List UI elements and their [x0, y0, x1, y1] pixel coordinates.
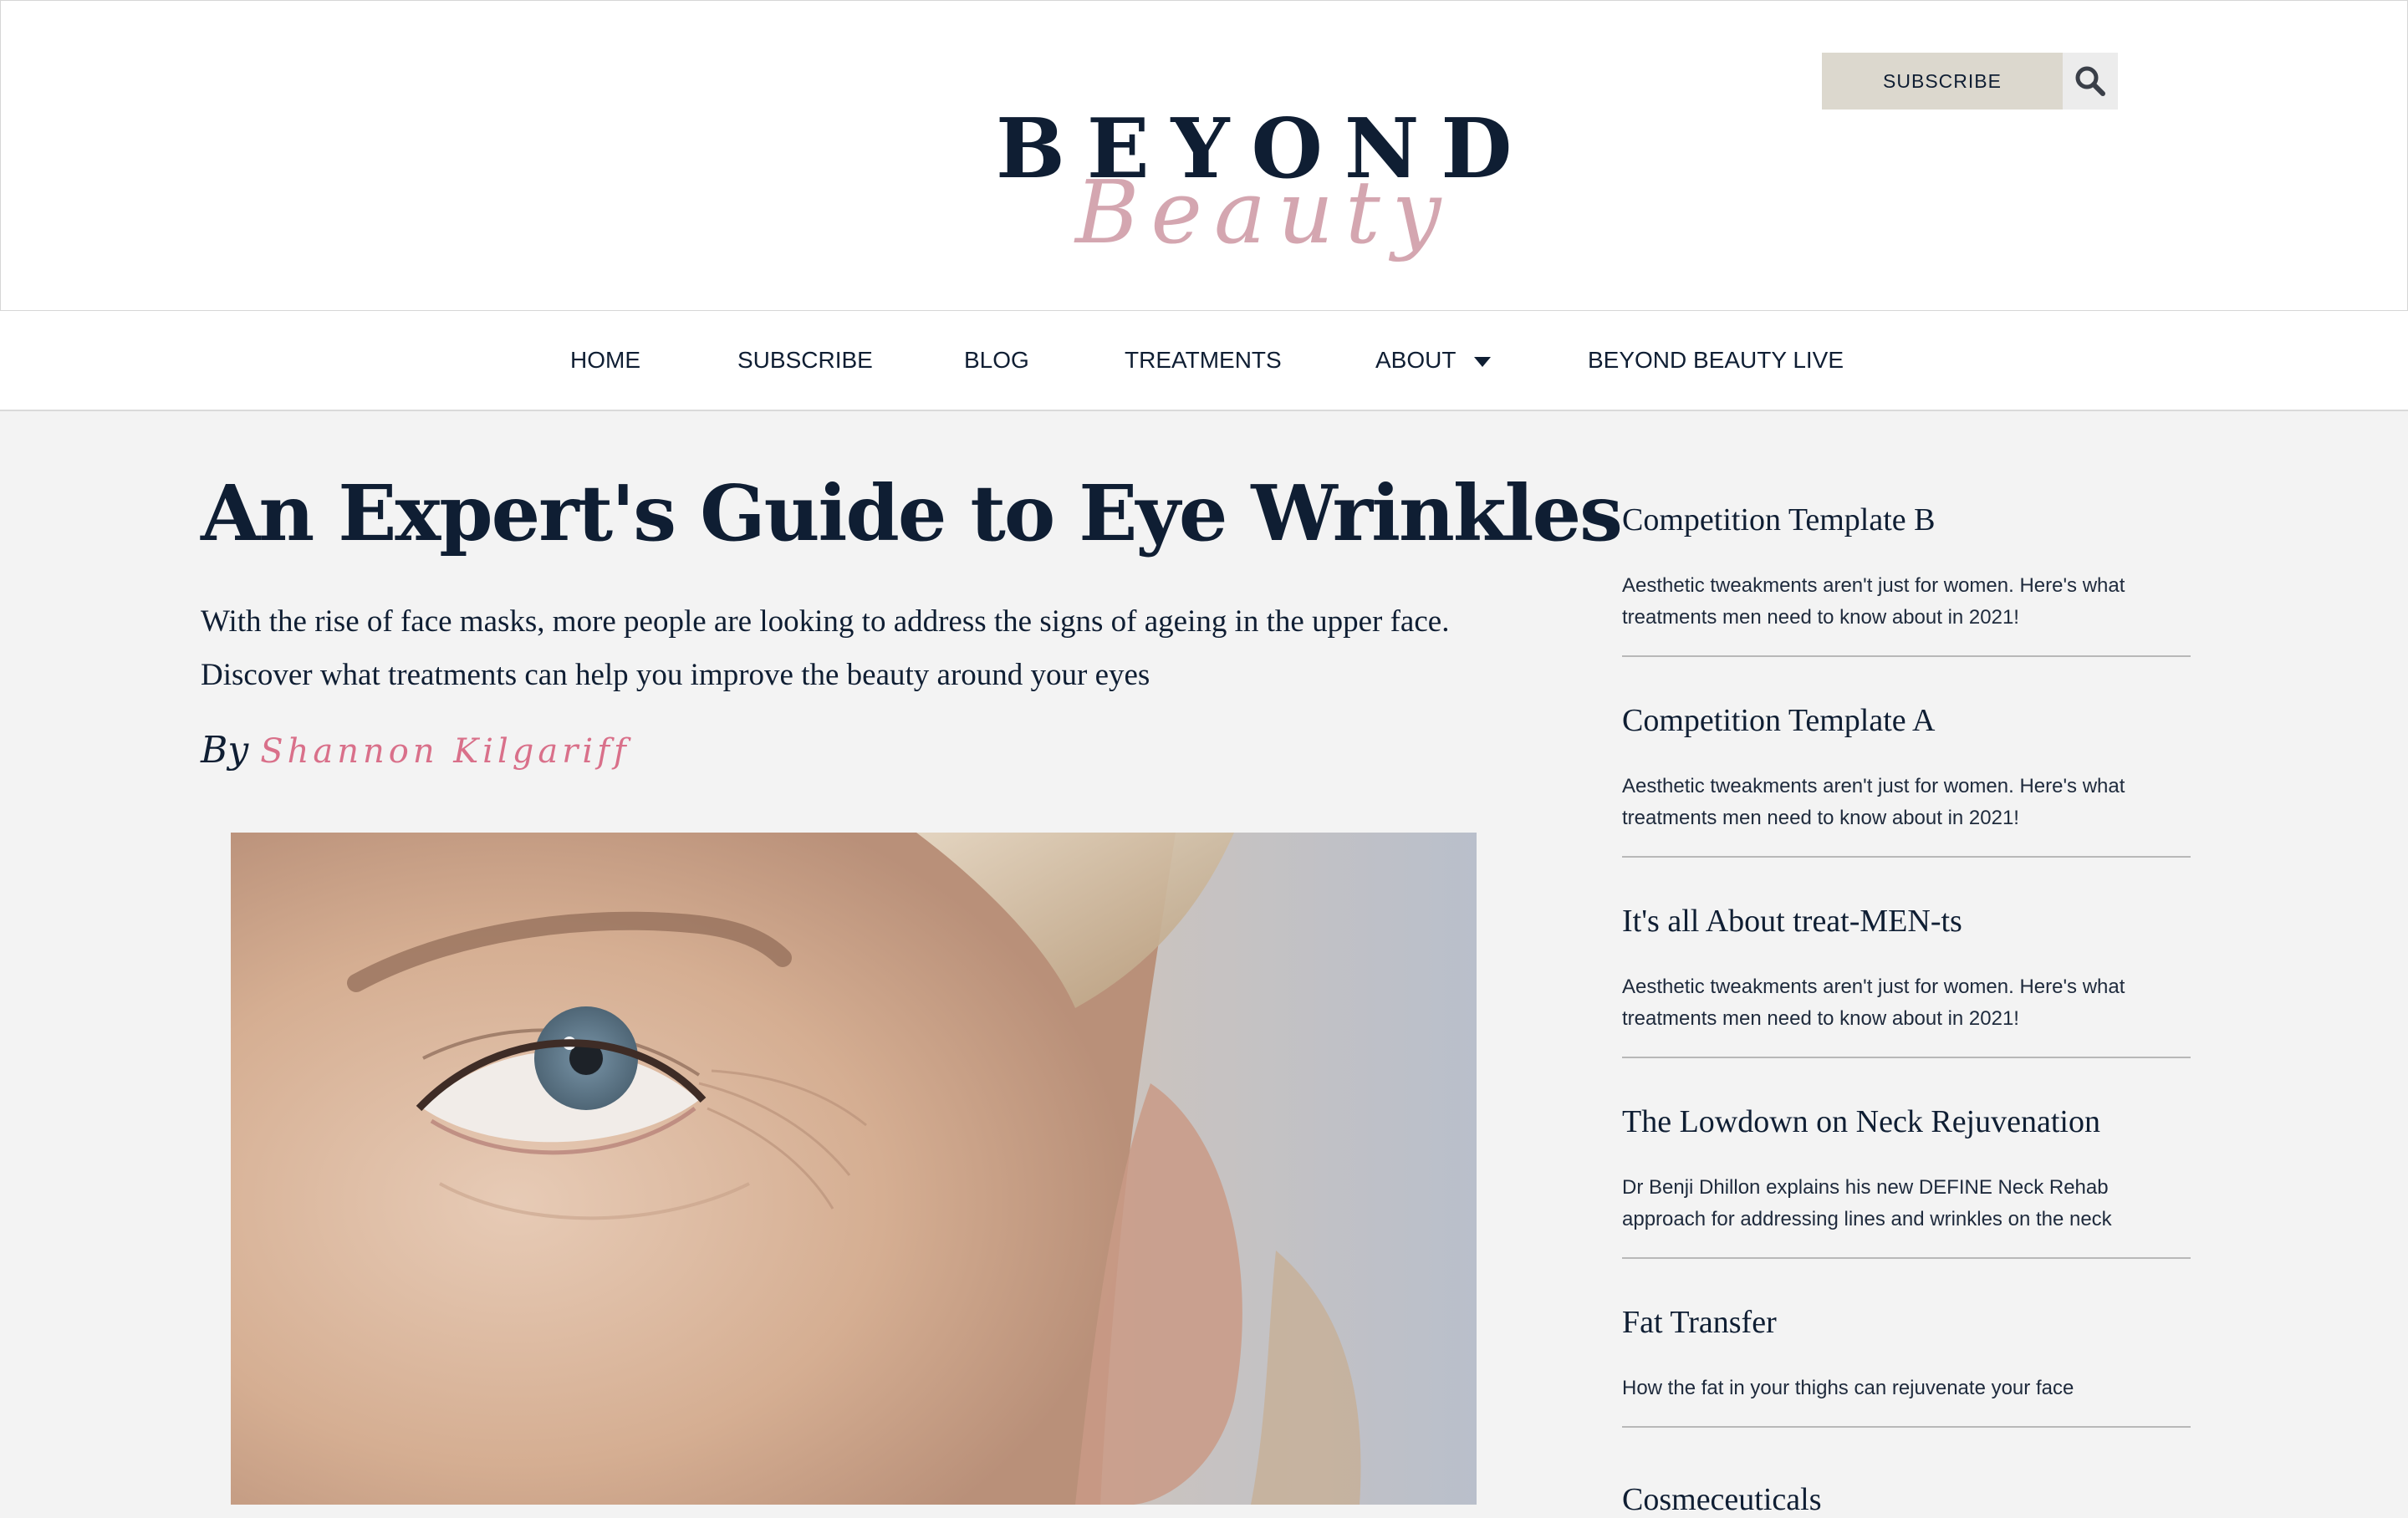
sidebar-post-desc: Dr Benji Dhillon explains his new DEFINE…	[1622, 1176, 2112, 1230]
sidebar-post-desc: How the fat in your thighs can rejuvenat…	[1622, 1377, 2074, 1399]
nav-blog[interactable]: BLOG	[964, 311, 1029, 410]
sidebar-post-title[interactable]: Competition Template B	[1622, 502, 1936, 538]
sidebar-post[interactable]: Fat Transfer How the fat in your thighs …	[1622, 1304, 2191, 1428]
sidebar-post-desc: Aesthetic tweakments aren't just for wom…	[1622, 574, 2125, 629]
caret-down-icon[interactable]	[1474, 356, 1492, 367]
sidebar-post[interactable]: The Lowdown on Neck Rejuvenation Dr Benj…	[1622, 1103, 2191, 1259]
sidebar-post[interactable]: Cosmeceuticals	[1622, 1481, 2191, 1518]
author-name-link[interactable]: Shannon Kilgariff	[260, 732, 630, 771]
nav-about[interactable]: ABOUT	[1375, 311, 1492, 410]
sidebar-post[interactable]: Competition Template B Aesthetic tweakme…	[1622, 502, 2191, 657]
nav-treatments[interactable]: TREATMENTS	[1125, 311, 1282, 410]
nav-beyond-beauty-live[interactable]: BEYOND BEAUTY LIVE	[1588, 311, 1844, 410]
sidebar-post[interactable]: Competition Template A Aesthetic tweakme…	[1622, 702, 2191, 858]
sidebar-post-title[interactable]: The Lowdown on Neck Rejuvenation	[1622, 1103, 2100, 1140]
nav-home[interactable]: HOME	[570, 311, 640, 410]
eye-closeup-photo	[231, 833, 1477, 1505]
logo-script: Beauty	[1075, 161, 1453, 263]
article-title: An Expert's Guide to Eye Wrinkles	[201, 468, 1623, 558]
hero-image	[231, 833, 1477, 1505]
byline: By Shannon Kilgariff	[201, 729, 630, 796]
nav-about-label: ABOUT	[1375, 347, 1457, 373]
site-logo[interactable]: BEYOND Beauty	[996, 84, 1512, 277]
article-subtitle: With the rise of face masks, more people…	[201, 604, 1450, 692]
main-nav: HOME SUBSCRIBE BLOG TREATMENTS ABOUT BEY…	[0, 311, 2408, 411]
sidebar-post-desc: Aesthetic tweakments aren't just for wom…	[1622, 775, 2125, 829]
sidebar-post-title[interactable]: Fat Transfer	[1622, 1304, 1777, 1341]
sidebar-post-desc: Aesthetic tweakments aren't just for wom…	[1622, 975, 2125, 1030]
sidebar-post[interactable]: It's all About treat-MEN-ts Aesthetic tw…	[1622, 903, 2191, 1058]
header-subscribe-button[interactable]: SUBSCRIBE	[1822, 53, 2063, 110]
site-header: BEYOND Beauty SUBSCRIBE	[0, 0, 2408, 311]
sidebar-post-title[interactable]: It's all About treat-MEN-ts	[1622, 903, 1962, 940]
search-icon	[2075, 66, 2105, 96]
search-button[interactable]	[2063, 53, 2118, 110]
byline-label: By	[201, 729, 249, 772]
sidebar-post-title[interactable]: Competition Template A	[1622, 702, 1936, 739]
sidebar-post-title[interactable]: Cosmeceuticals	[1622, 1481, 1821, 1518]
nav-subscribe[interactable]: SUBSCRIBE	[737, 311, 873, 410]
